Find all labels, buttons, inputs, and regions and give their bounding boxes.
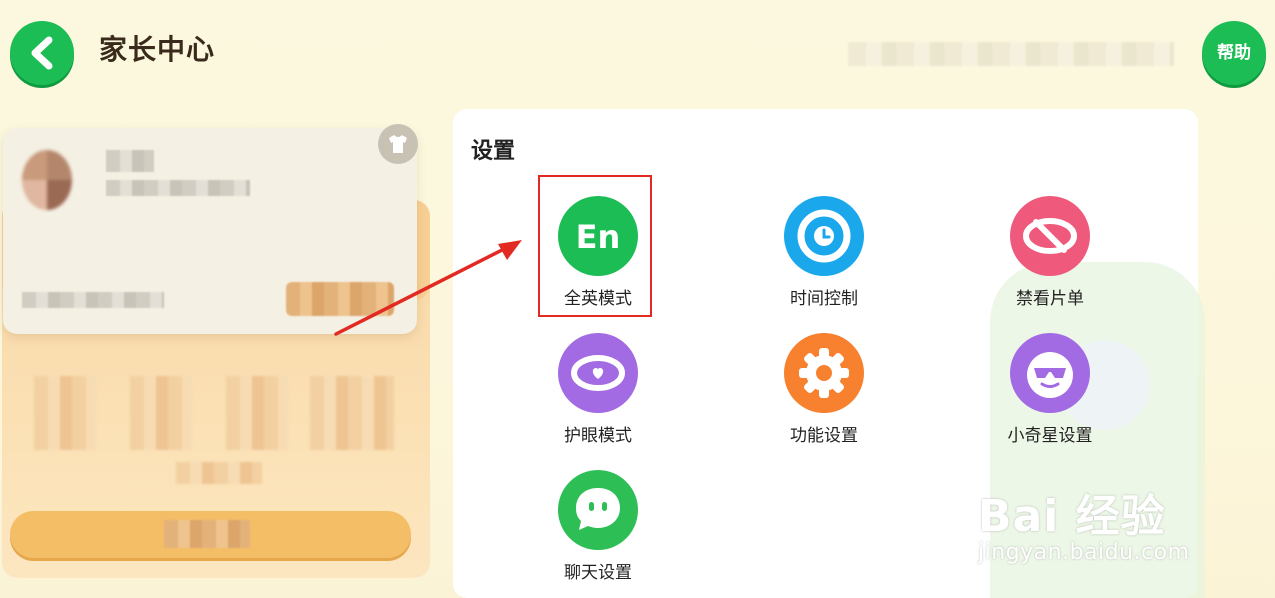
gear-icon [784,333,864,413]
setting-label: 护眼模式 [564,426,632,446]
back-arrow-icon [31,36,53,70]
setting-star-character[interactable]: 小奇星设置 [970,333,1130,446]
watermark-url: jingyan.baidu.com [978,540,1190,565]
watermark-brand: Bai 经验 [978,491,1166,542]
setting-label: 时间控制 [790,289,858,309]
setting-function[interactable]: 功能设置 [744,333,904,446]
setting-label: 小奇星设置 [1007,426,1093,446]
blurred-benefit-4 [310,376,394,450]
setting-chat[interactable]: 聊天设置 [518,470,678,583]
setting-label: 功能设置 [790,426,858,446]
setting-blocked-list[interactable]: 禁看片单 [970,196,1130,309]
avatar[interactable] [22,150,72,210]
back-button[interactable] [10,21,74,85]
pointer-arrow [334,240,522,336]
blurred-benefit-3 [226,376,288,450]
setting-eye-care[interactable]: 护眼模式 [518,333,678,446]
star-face-icon [1010,333,1090,413]
help-button[interactable]: 帮助 [1202,21,1266,85]
baidu-watermark: Bai 经验 jingyan.baidu.com [978,480,1190,565]
blurred-membership-text [22,292,164,308]
chat-icon [558,470,638,550]
blurred-info [848,42,1174,66]
setting-label: 聊天设置 [564,563,632,583]
eye-care-icon [558,333,638,413]
setting-time-control[interactable]: 时间控制 [744,196,904,309]
setting-label: 禁看片单 [1016,289,1084,309]
blurred-user-id [106,180,250,196]
blurred-username [106,150,154,172]
shirt-icon [389,135,407,153]
highlight-box [538,175,652,317]
settings-title: 设置 [471,139,516,164]
blurred-benefit-1 [34,376,96,450]
blurred-purchase-label [164,520,250,548]
blurred-benefit-2 [130,376,192,450]
page-title: 家长中心 [99,33,216,66]
blocked-list-icon [1010,196,1090,276]
outfit-button[interactable] [378,124,418,164]
blurred-benefit-note [176,462,262,484]
clock-icon [784,196,864,276]
